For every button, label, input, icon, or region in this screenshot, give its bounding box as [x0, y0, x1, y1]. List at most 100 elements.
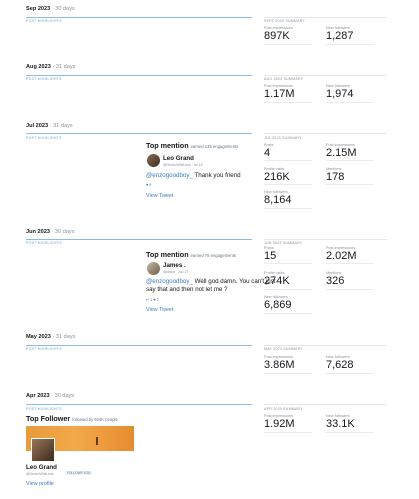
divider: [264, 263, 312, 264]
mention-handle[interactable]: @enzogoodboy_: [146, 172, 193, 179]
stat-post-impressions: Post impressions 2.15M: [326, 143, 357, 159]
stat-value: 1,974: [326, 88, 354, 100]
divider: [326, 184, 374, 185]
month-days: · 30 days: [51, 393, 75, 399]
month-days: · 31 days: [52, 64, 76, 70]
divider: [326, 102, 374, 103]
stat-value: 326: [326, 275, 345, 287]
like-count[interactable]: ♥ 9: [146, 183, 151, 187]
stat-mentions: Mentions 178: [326, 167, 344, 183]
divider: [26, 75, 252, 76]
divider: [26, 404, 252, 405]
month-title: Apr 2023: [26, 393, 50, 399]
author-handle: @GenzoWhitLeos · Jul 10: [163, 163, 203, 167]
stat-value: 4: [264, 147, 271, 159]
top-follower-subtitle: followed by 604K people: [72, 417, 118, 422]
month-days: · 30 days: [51, 6, 75, 12]
month-header: Sep 2023 · 30 days: [26, 6, 75, 12]
top-mention-title: Top mention earned 135 engagements: [146, 141, 239, 150]
divider: [326, 160, 374, 161]
top-mention-title: Top mention earned 76 engagements: [146, 250, 236, 259]
avatar[interactable]: [31, 438, 55, 462]
author-name[interactable]: Leo Grand: [163, 155, 194, 162]
divider: [264, 345, 387, 346]
month-header: Aug 2023 · 31 days: [26, 64, 75, 70]
divider: [326, 373, 374, 374]
summary-label: MAY 2023 SUMMARY: [264, 347, 303, 351]
month-header: May 2023 · 31 days: [26, 334, 75, 340]
post-highlights-label: POST HIGHLIGHTS: [26, 241, 62, 245]
top-follower-title: Top Follower followed by 604K people: [26, 414, 118, 423]
divider: [264, 184, 312, 185]
divider: [26, 239, 252, 240]
stat-new-followers: New followers 6,869: [264, 295, 292, 311]
stat-new-followers: New followers 8,164: [264, 190, 292, 206]
follows-you-badge: FOLLOWS YOU: [65, 471, 93, 475]
top-mention-card: Top mention earned 135 engagements: [146, 141, 258, 150]
divider: [264, 75, 387, 76]
month-days: · 31 days: [52, 334, 76, 340]
engagement-counts[interactable]: ↩ 1 ♥ 2: [146, 297, 159, 302]
divider: [264, 208, 312, 209]
summary-label: JUN 2023 SUMMARY: [264, 241, 303, 245]
divider: [26, 17, 252, 18]
month-header: Apr 2023 · 30 days: [26, 393, 74, 399]
month-header: Jul 2023 · 31 days: [26, 123, 73, 129]
divider: [264, 160, 312, 161]
follower-handle: @GenzoWhitLeos: [26, 472, 54, 476]
divider: [264, 102, 312, 103]
summary-label: SEPT 2023 SUMMARY: [264, 19, 306, 23]
stat-post-impressions: Post impressions 3.86M: [264, 355, 295, 371]
avatar[interactable]: [147, 154, 160, 167]
stat-value: 3.86M: [264, 359, 295, 371]
follower-name[interactable]: Leo Grand: [26, 464, 57, 471]
view-profile-link[interactable]: View profile: [26, 481, 54, 487]
stat-posts: Posts 15: [264, 246, 276, 262]
stat-new-followers: New followers 7,628: [326, 355, 354, 371]
month-header: Jun 2023 · 30 days: [26, 229, 75, 235]
divider: [326, 263, 374, 264]
stat-value: 8,164: [264, 194, 292, 206]
stat-value: 1.17M: [264, 88, 295, 100]
month-title: Jun 2023: [26, 229, 50, 235]
tweet-text: @enzogoodboy_ Thank you friend: [146, 172, 282, 180]
avatar[interactable]: [147, 262, 160, 275]
divider: [264, 313, 312, 314]
summary-label: AUG 2023 SUMMARY: [264, 77, 304, 81]
month-days: · 31 days: [49, 123, 73, 129]
stat-value: 1,287: [326, 30, 354, 42]
view-tweet-link[interactable]: View Tweet: [146, 307, 173, 313]
divider: [264, 404, 387, 405]
divider: [264, 17, 387, 18]
post-highlights-label: POST HIGHLIGHTS: [26, 136, 62, 140]
view-tweet-link[interactable]: View Tweet: [146, 193, 173, 199]
stat-posts: Posts 4: [264, 143, 274, 159]
month-title: Aug 2023: [26, 64, 51, 70]
stat-value: 7,628: [326, 359, 354, 371]
stat-mentions: Mentions 326: [326, 271, 344, 287]
divider: [326, 44, 374, 45]
stat-profile-visits: Profile visits 274K: [264, 271, 290, 287]
stat-new-followers: New followers 33.1K: [326, 414, 355, 430]
top-mention-card: Top mention earned 76 engagements: [146, 250, 258, 259]
stat-value: 1.92M: [264, 418, 295, 430]
divider: [264, 44, 312, 45]
author-name[interactable]: James .: [163, 262, 186, 269]
stat-new-followers: New followers 1,287: [326, 26, 354, 42]
month-title: May 2023: [26, 334, 51, 340]
divider: [26, 133, 252, 134]
top-mention-subtitle: earned 76 engagements: [190, 253, 236, 258]
divider: [264, 432, 312, 433]
stat-value: 216K: [264, 171, 290, 183]
stat-value: 178: [326, 171, 345, 183]
tweet-body: Thank you friend: [192, 172, 241, 179]
tweet-text: @enzogoodboy_ Well god damn. You can't j…: [146, 278, 282, 295]
mention-handle[interactable]: @enzogoodboy_: [146, 278, 193, 285]
post-highlights-label: POST HIGHLIGHTS: [26, 347, 62, 351]
stat-post-impressions: Post impressions 2.02M: [326, 246, 357, 262]
stat-value: 2.15M: [326, 147, 357, 159]
stat-profile-visits: Profile visits 216K: [264, 167, 290, 183]
divider: [264, 239, 387, 240]
stat-value: 15: [264, 250, 277, 262]
stat-value: 897K: [264, 30, 290, 42]
